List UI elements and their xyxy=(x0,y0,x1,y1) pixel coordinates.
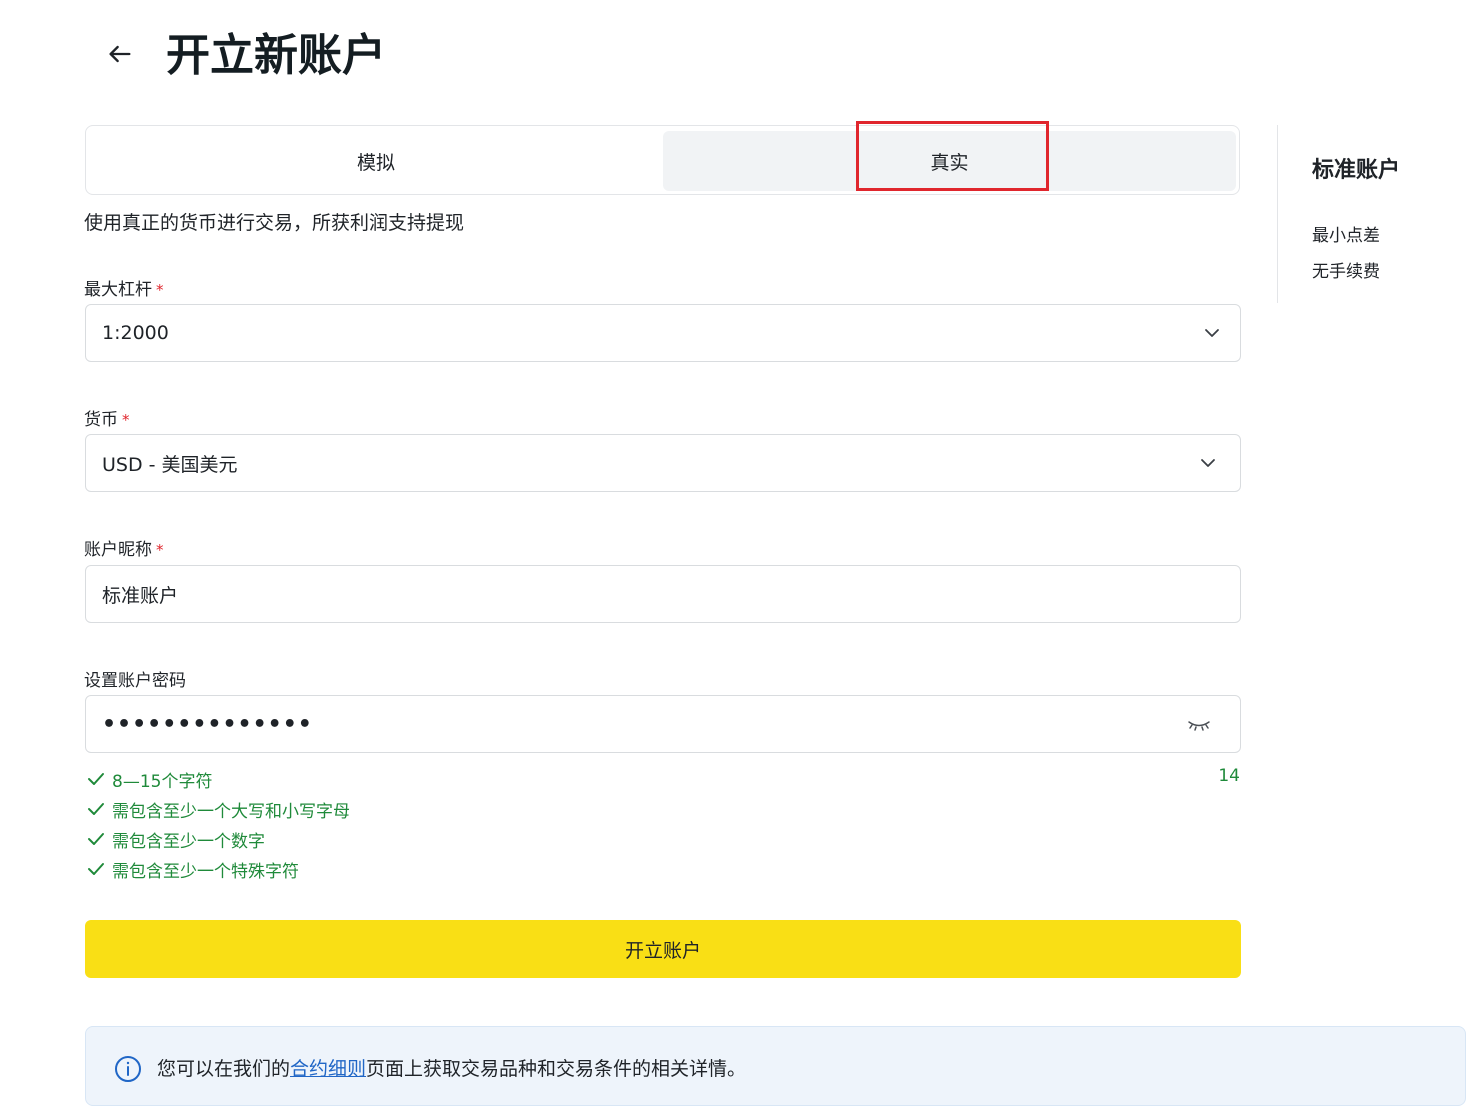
chevron-down-icon xyxy=(1201,459,1215,467)
required-mark: * xyxy=(156,281,164,299)
chevron-down-icon xyxy=(1205,329,1219,337)
rule-item: 需包含至少一个数字 xyxy=(86,824,1242,854)
password-value: •••••••••••••• xyxy=(102,711,313,737)
check-icon xyxy=(88,773,104,785)
password-input[interactable]: •••••••••••••• xyxy=(85,695,1241,753)
info-suffix: 页面上获取交易品种和交易条件的相关详情。 xyxy=(366,1058,747,1080)
contract-specs-link[interactable]: 合约细则 xyxy=(290,1058,366,1080)
password-label: 设置账户密码 xyxy=(84,671,186,691)
info-text: 您可以在我们的合约细则页面上获取交易品种和交易条件的相关详情。 xyxy=(157,1054,746,1081)
rule-text: 需包含至少一个特殊字符 xyxy=(112,861,299,882)
rule-item: 需包含至少一个大写和小写字母 xyxy=(86,794,1242,824)
rule-item: 8—15个字符 xyxy=(86,764,1242,794)
page-title: 开立新账户 xyxy=(166,30,386,81)
leverage-label: 最大杠杆 * xyxy=(84,275,164,300)
sidebar-divider xyxy=(1277,125,1278,303)
check-icon xyxy=(88,803,104,815)
leverage-label-text: 最大杠杆 xyxy=(84,280,152,300)
password-rules: 8—15个字符 需包含至少一个大写和小写字母 需包含至少一个数字 需包含至少一个… xyxy=(86,764,1242,884)
password-char-count: 14 xyxy=(1218,766,1240,786)
currency-value: USD - 美国美元 xyxy=(102,453,238,476)
tab-description: 使用真正的货币进行交易，所获利润支持提现 xyxy=(84,212,465,234)
currency-label: 货币 * xyxy=(84,405,130,430)
account-type-tabs: 模拟 真实 xyxy=(85,125,1240,195)
sidebar-feature: 最小点差 xyxy=(1312,226,1380,246)
leverage-select[interactable]: 1:2000 xyxy=(85,304,1241,362)
leverage-value: 1:2000 xyxy=(102,322,169,344)
required-mark: * xyxy=(122,411,130,429)
currency-label-text: 货币 xyxy=(84,410,118,430)
tab-demo[interactable]: 模拟 xyxy=(91,131,661,191)
check-icon xyxy=(88,833,104,845)
required-mark: * xyxy=(156,541,164,559)
eye-closed-icon[interactable] xyxy=(1186,714,1212,734)
check-icon xyxy=(88,863,104,875)
nickname-value: 标准账户 xyxy=(102,584,179,607)
info-circle-icon xyxy=(115,1056,141,1082)
open-account-button[interactable]: 开立账户 xyxy=(85,920,1241,978)
nickname-label: 账户昵称 * xyxy=(84,535,164,560)
info-prefix: 您可以在我们的 xyxy=(157,1058,291,1080)
back-button[interactable] xyxy=(100,34,140,74)
nickname-label-text: 账户昵称 xyxy=(84,540,152,560)
rule-text: 需包含至少一个大写和小写字母 xyxy=(112,801,350,822)
sidebar-title: 标准账户 xyxy=(1312,158,1401,183)
tab-real[interactable]: 真实 xyxy=(663,131,1236,191)
nickname-input[interactable]: 标准账户 xyxy=(85,565,1241,623)
rule-text: 需包含至少一个数字 xyxy=(112,831,265,852)
currency-select[interactable]: USD - 美国美元 xyxy=(85,434,1241,492)
sidebar-feature: 无手续费 xyxy=(1312,262,1380,282)
rule-text: 8—15个字符 xyxy=(112,771,213,792)
arrow-left-icon xyxy=(109,45,131,63)
rule-item: 需包含至少一个特殊字符 xyxy=(86,854,1242,884)
